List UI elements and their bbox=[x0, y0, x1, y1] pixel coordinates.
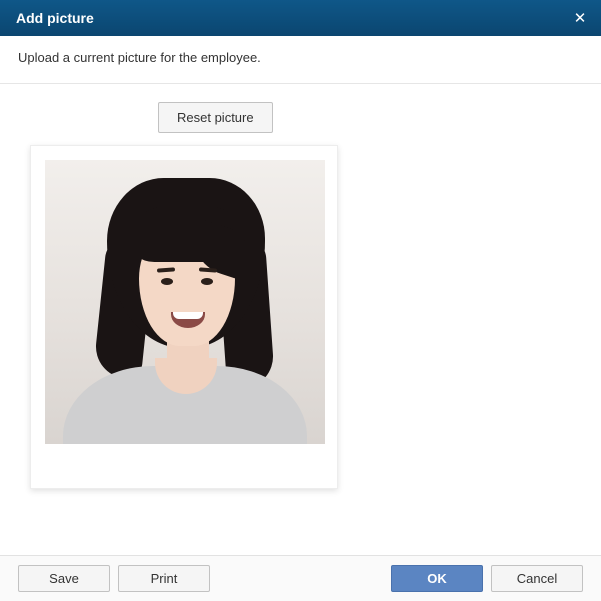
reset-picture-button[interactable]: Reset picture bbox=[158, 102, 273, 133]
save-button[interactable]: Save bbox=[18, 565, 110, 592]
footer-left-buttons: Save Print bbox=[18, 565, 210, 592]
ok-button[interactable]: OK bbox=[391, 565, 483, 592]
close-icon[interactable]: ✕ bbox=[571, 9, 589, 27]
cancel-button[interactable]: Cancel bbox=[491, 565, 583, 592]
print-button[interactable]: Print bbox=[118, 565, 210, 592]
employee-picture bbox=[45, 160, 325, 444]
dialog-title: Add picture bbox=[16, 10, 94, 26]
dialog-footer: Save Print OK Cancel bbox=[0, 555, 601, 601]
picture-card[interactable] bbox=[30, 145, 338, 489]
dialog-body: Reset picture bbox=[0, 84, 601, 507]
dialog-instructions: Upload a current picture for the employe… bbox=[0, 36, 601, 84]
footer-right-buttons: OK Cancel bbox=[391, 565, 583, 592]
dialog-header: Add picture ✕ bbox=[0, 0, 601, 36]
reset-button-wrap: Reset picture bbox=[158, 102, 571, 133]
